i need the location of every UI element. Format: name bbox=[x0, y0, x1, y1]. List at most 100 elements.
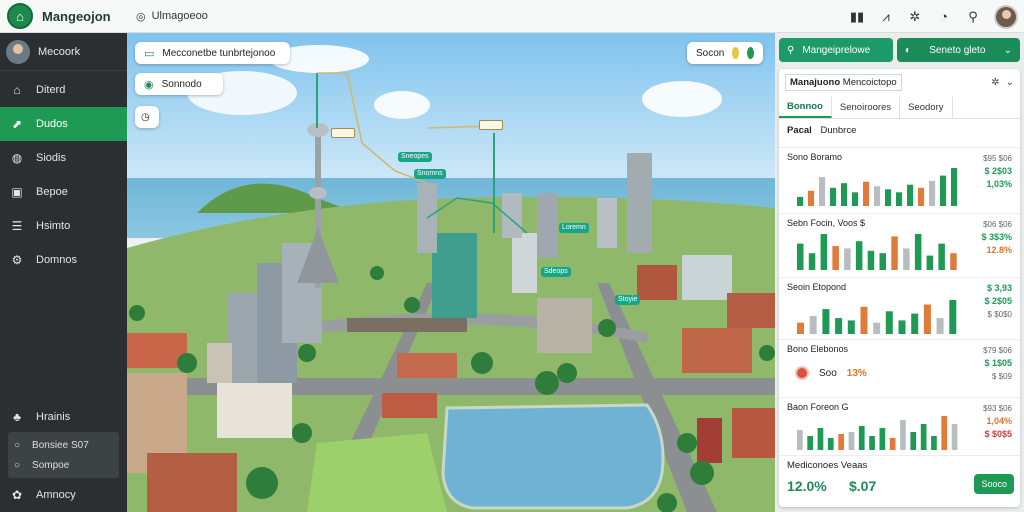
map-marker[interactable]: Snomns bbox=[414, 169, 446, 179]
chart-bar bbox=[822, 309, 830, 334]
chart-bar bbox=[950, 253, 957, 270]
map-marker[interactable]: Loremn bbox=[559, 223, 589, 233]
bell-icon[interactable]: ◔ bbox=[936, 9, 952, 25]
status-dot-icon bbox=[732, 47, 740, 59]
map-search-chip[interactable]: ▭ Mecconetbe tunbrtejonoo bbox=[135, 42, 290, 64]
card-footer: Mediconoes Veaas 12.0% $.07 Sooco bbox=[779, 455, 1020, 507]
chart-bar bbox=[835, 318, 843, 334]
tab-mangeiprelowe[interactable]: ⚲ Mangeiprelowe bbox=[779, 38, 893, 62]
bar-chart bbox=[797, 168, 958, 206]
city-map-canvas[interactable] bbox=[127, 33, 775, 512]
chart-bar bbox=[848, 432, 855, 450]
map-status-label: Socon bbox=[696, 47, 725, 59]
metric-value: 1,04% bbox=[986, 416, 1012, 426]
sidebar-subitem[interactable]: ○ Sompoe bbox=[8, 455, 119, 475]
metric-row[interactable]: Seoin Etopond $ 3,93 $ 2$05 $ $0$0 bbox=[779, 277, 1020, 339]
card-title-bold: Manajuono bbox=[790, 76, 841, 88]
alert-icon bbox=[795, 366, 809, 380]
map-status-chip[interactable]: Socon bbox=[687, 42, 763, 64]
map-pin[interactable] bbox=[479, 120, 503, 130]
tab-label: Seneto gleto bbox=[929, 44, 986, 56]
subtab-senoiroores[interactable]: Senoiroores bbox=[832, 97, 901, 118]
metric-label: Seoin Etopond bbox=[787, 282, 847, 292]
sidebar-item-label: Hrainis bbox=[36, 411, 71, 423]
metric-value: $ $09 bbox=[991, 372, 1012, 381]
metric-value: $ 3$3% bbox=[981, 232, 1012, 242]
metric-value: $ 2$05 bbox=[984, 296, 1012, 306]
map-marker[interactable]: Sneopes bbox=[398, 152, 432, 162]
map-marker[interactable]: Stoyie bbox=[615, 295, 641, 305]
metric-row[interactable]: Bono Elebonos $79 $06 $ 1$05 $ $09 Soo 1… bbox=[779, 339, 1020, 397]
tab-seneto-gleto[interactable]: ◐ Seneto gleto ⌄ bbox=[897, 38, 1020, 62]
footer-label: Mediconoes Veaas bbox=[787, 460, 868, 471]
bar-chart bbox=[797, 300, 957, 334]
app-logo-icon[interactable]: ⌂ bbox=[7, 3, 33, 29]
metric-row[interactable]: Sebn Focin, Voos $ $06 $06 $ 3$3% 12.8% bbox=[779, 213, 1020, 277]
tab-label: Mangeiprelowe bbox=[802, 44, 871, 56]
section-title-rest: Dunbrce bbox=[820, 125, 857, 136]
sidebar-item-label: Dudos bbox=[36, 118, 68, 130]
sidebar-item-label: Diterd bbox=[36, 84, 66, 96]
chart-bar bbox=[951, 168, 958, 206]
user-avatar[interactable] bbox=[994, 4, 1018, 29]
chart-bar bbox=[797, 430, 803, 450]
sidebar-subitem[interactable]: ○ Bonsiee S07 bbox=[8, 435, 119, 455]
metric-row[interactable]: Baon Foreon G $93 $06 1,04% $ $0$5 bbox=[779, 397, 1020, 455]
settings-icon[interactable]: ✲ bbox=[991, 77, 999, 88]
metric-value: $95 $06 bbox=[983, 154, 1012, 163]
sidebar-subitem-label: Bonsiee S07 bbox=[32, 439, 89, 451]
metric-value: 1,03% bbox=[986, 179, 1012, 189]
chart-bar bbox=[838, 434, 844, 450]
metric-value: $ 3,93 bbox=[986, 283, 1012, 293]
subtab-seodory[interactable]: Seodory bbox=[900, 97, 953, 118]
chart-bar bbox=[910, 432, 917, 450]
chart-bar bbox=[830, 187, 837, 206]
map-icon: ▭ bbox=[144, 47, 155, 60]
sidebar-item-domnos[interactable]: ⚙ Domnos bbox=[0, 243, 127, 277]
sidebar-item-bepoe[interactable]: ▣ Bepoe bbox=[0, 175, 127, 209]
chart-bar bbox=[852, 192, 859, 206]
bar-chart bbox=[797, 234, 957, 270]
chevron-down-icon[interactable]: ⌄ bbox=[1006, 77, 1014, 88]
metric-row[interactable]: Sono Boramo $95 $06 $ 2$03 1,03% bbox=[779, 147, 1020, 213]
footer-value: $.07 bbox=[849, 478, 877, 494]
chart-bar bbox=[885, 311, 893, 334]
sidebar-item-diterd[interactable]: ⌂ Diterd bbox=[0, 73, 127, 107]
chart-bar bbox=[797, 243, 804, 270]
lake bbox=[441, 403, 665, 510]
book-icon[interactable]: ▮▮ bbox=[849, 9, 865, 25]
sidebar: Mecoork ⌂ Diterd ⬈ Dudos ◍ Siodis ▣ Bepo… bbox=[0, 33, 127, 512]
map-pin[interactable] bbox=[331, 128, 355, 138]
sidebar-item-label: Hsimto bbox=[36, 220, 71, 232]
chart-bar bbox=[920, 424, 927, 450]
chart-icon[interactable]: ⩘ bbox=[878, 9, 894, 25]
chart-bar bbox=[858, 426, 865, 450]
footer-button[interactable]: Sooco bbox=[974, 474, 1014, 494]
chart-bar bbox=[900, 420, 906, 450]
sidebar-item-hrainis[interactable]: ♣ Hrainis bbox=[0, 402, 127, 432]
sidebar-item-label: Amnocy bbox=[36, 489, 76, 501]
chart-bar bbox=[844, 248, 851, 270]
chart-bar bbox=[951, 424, 958, 450]
chart-bar bbox=[914, 234, 922, 270]
avatar bbox=[6, 39, 30, 64]
sidebar-item-hsimto[interactable]: ☰ Hsimto bbox=[0, 209, 127, 243]
sidebar-item-siodis[interactable]: ◍ Siodis bbox=[0, 141, 127, 175]
map-marker[interactable]: Sdeops bbox=[541, 267, 571, 277]
bug-icon[interactable]: ✲ bbox=[907, 9, 923, 25]
chart-bar bbox=[891, 236, 898, 270]
card-title-rest: Mencoictopo bbox=[842, 76, 897, 88]
location-selector[interactable]: ◎ Ulmagoeoo bbox=[136, 10, 208, 23]
chart-bar bbox=[911, 313, 919, 334]
chart-bar bbox=[820, 234, 828, 270]
sidebar-item-dudos[interactable]: ⬈ Dudos bbox=[0, 107, 127, 141]
sidebar-profile[interactable]: Mecoork bbox=[0, 33, 127, 71]
subtab-bonnoo[interactable]: Bonnoo bbox=[779, 97, 832, 118]
map-layer-chip[interactable]: ◉ Sonnodo bbox=[135, 73, 223, 95]
city-map[interactable]: ▭ Mecconetbe tunbrtejonoo ◉ Sonnodo ◷ So… bbox=[127, 33, 775, 512]
metric-label: Baon Foreon G bbox=[787, 402, 849, 412]
sidebar-item-amnocy[interactable]: ✿ Amnocy bbox=[0, 478, 127, 512]
search-icon[interactable]: ⚲ bbox=[965, 9, 981, 25]
map-locate-button[interactable]: ◷ bbox=[135, 106, 159, 128]
shield-icon: ◐ bbox=[905, 44, 912, 56]
